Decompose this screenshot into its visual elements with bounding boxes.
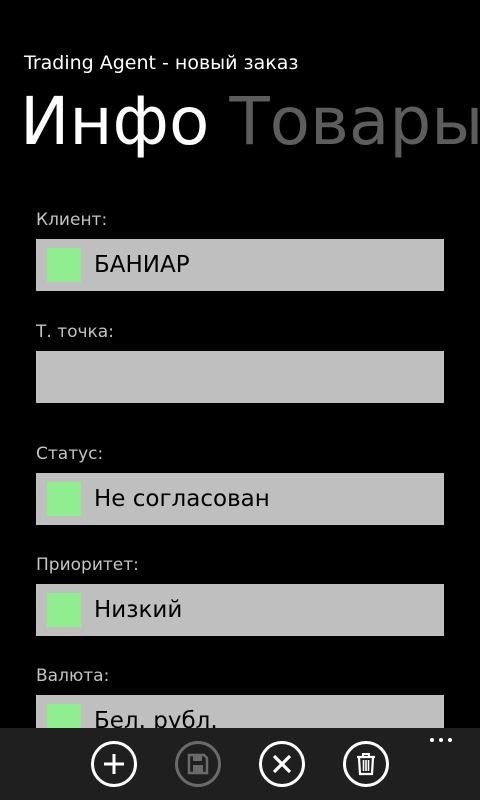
field-label-outlet: Т. точка: [36, 322, 114, 342]
priority-value: Низкий [94, 597, 183, 623]
field-label-priority: Приоритет: [36, 555, 139, 575]
app-bar [0, 728, 480, 800]
pivot-header: Инфо Товары [20, 82, 480, 162]
ellipsis-icon [430, 738, 434, 742]
save-button[interactable] [175, 741, 221, 787]
field-label-status: Статус: [36, 444, 104, 464]
cancel-button[interactable] [259, 741, 305, 787]
field-priority: Приоритет: Низкий [36, 553, 444, 636]
delete-button[interactable] [343, 741, 389, 787]
add-icon [104, 754, 124, 774]
cancel-icon [272, 754, 292, 774]
pivot-tab-info[interactable]: Инфо [20, 82, 209, 162]
client-swatch [47, 248, 81, 282]
more-button[interactable] [426, 730, 456, 750]
app-title: Trading Agent - новый заказ [24, 52, 299, 74]
field-client: Клиент: БАНИАР [36, 208, 444, 291]
client-picker[interactable]: БАНИАР [36, 239, 444, 291]
status-picker[interactable]: Не согласован [36, 473, 444, 525]
status-value: Не согласован [94, 486, 270, 512]
field-outlet: Т. точка: [36, 320, 444, 403]
save-icon [187, 753, 209, 775]
priority-picker[interactable]: Низкий [36, 584, 444, 636]
outlet-picker[interactable] [36, 351, 444, 403]
status-swatch [47, 482, 81, 516]
client-value: БАНИАР [94, 252, 190, 278]
add-button[interactable] [91, 741, 137, 787]
delete-icon [357, 753, 375, 776]
pivot-tab-goods[interactable]: Товары [229, 82, 480, 162]
priority-swatch [47, 593, 81, 627]
field-label-client: Клиент: [36, 210, 108, 230]
field-label-currency: Валюта: [36, 666, 110, 686]
field-status: Статус: Не согласован [36, 442, 444, 525]
